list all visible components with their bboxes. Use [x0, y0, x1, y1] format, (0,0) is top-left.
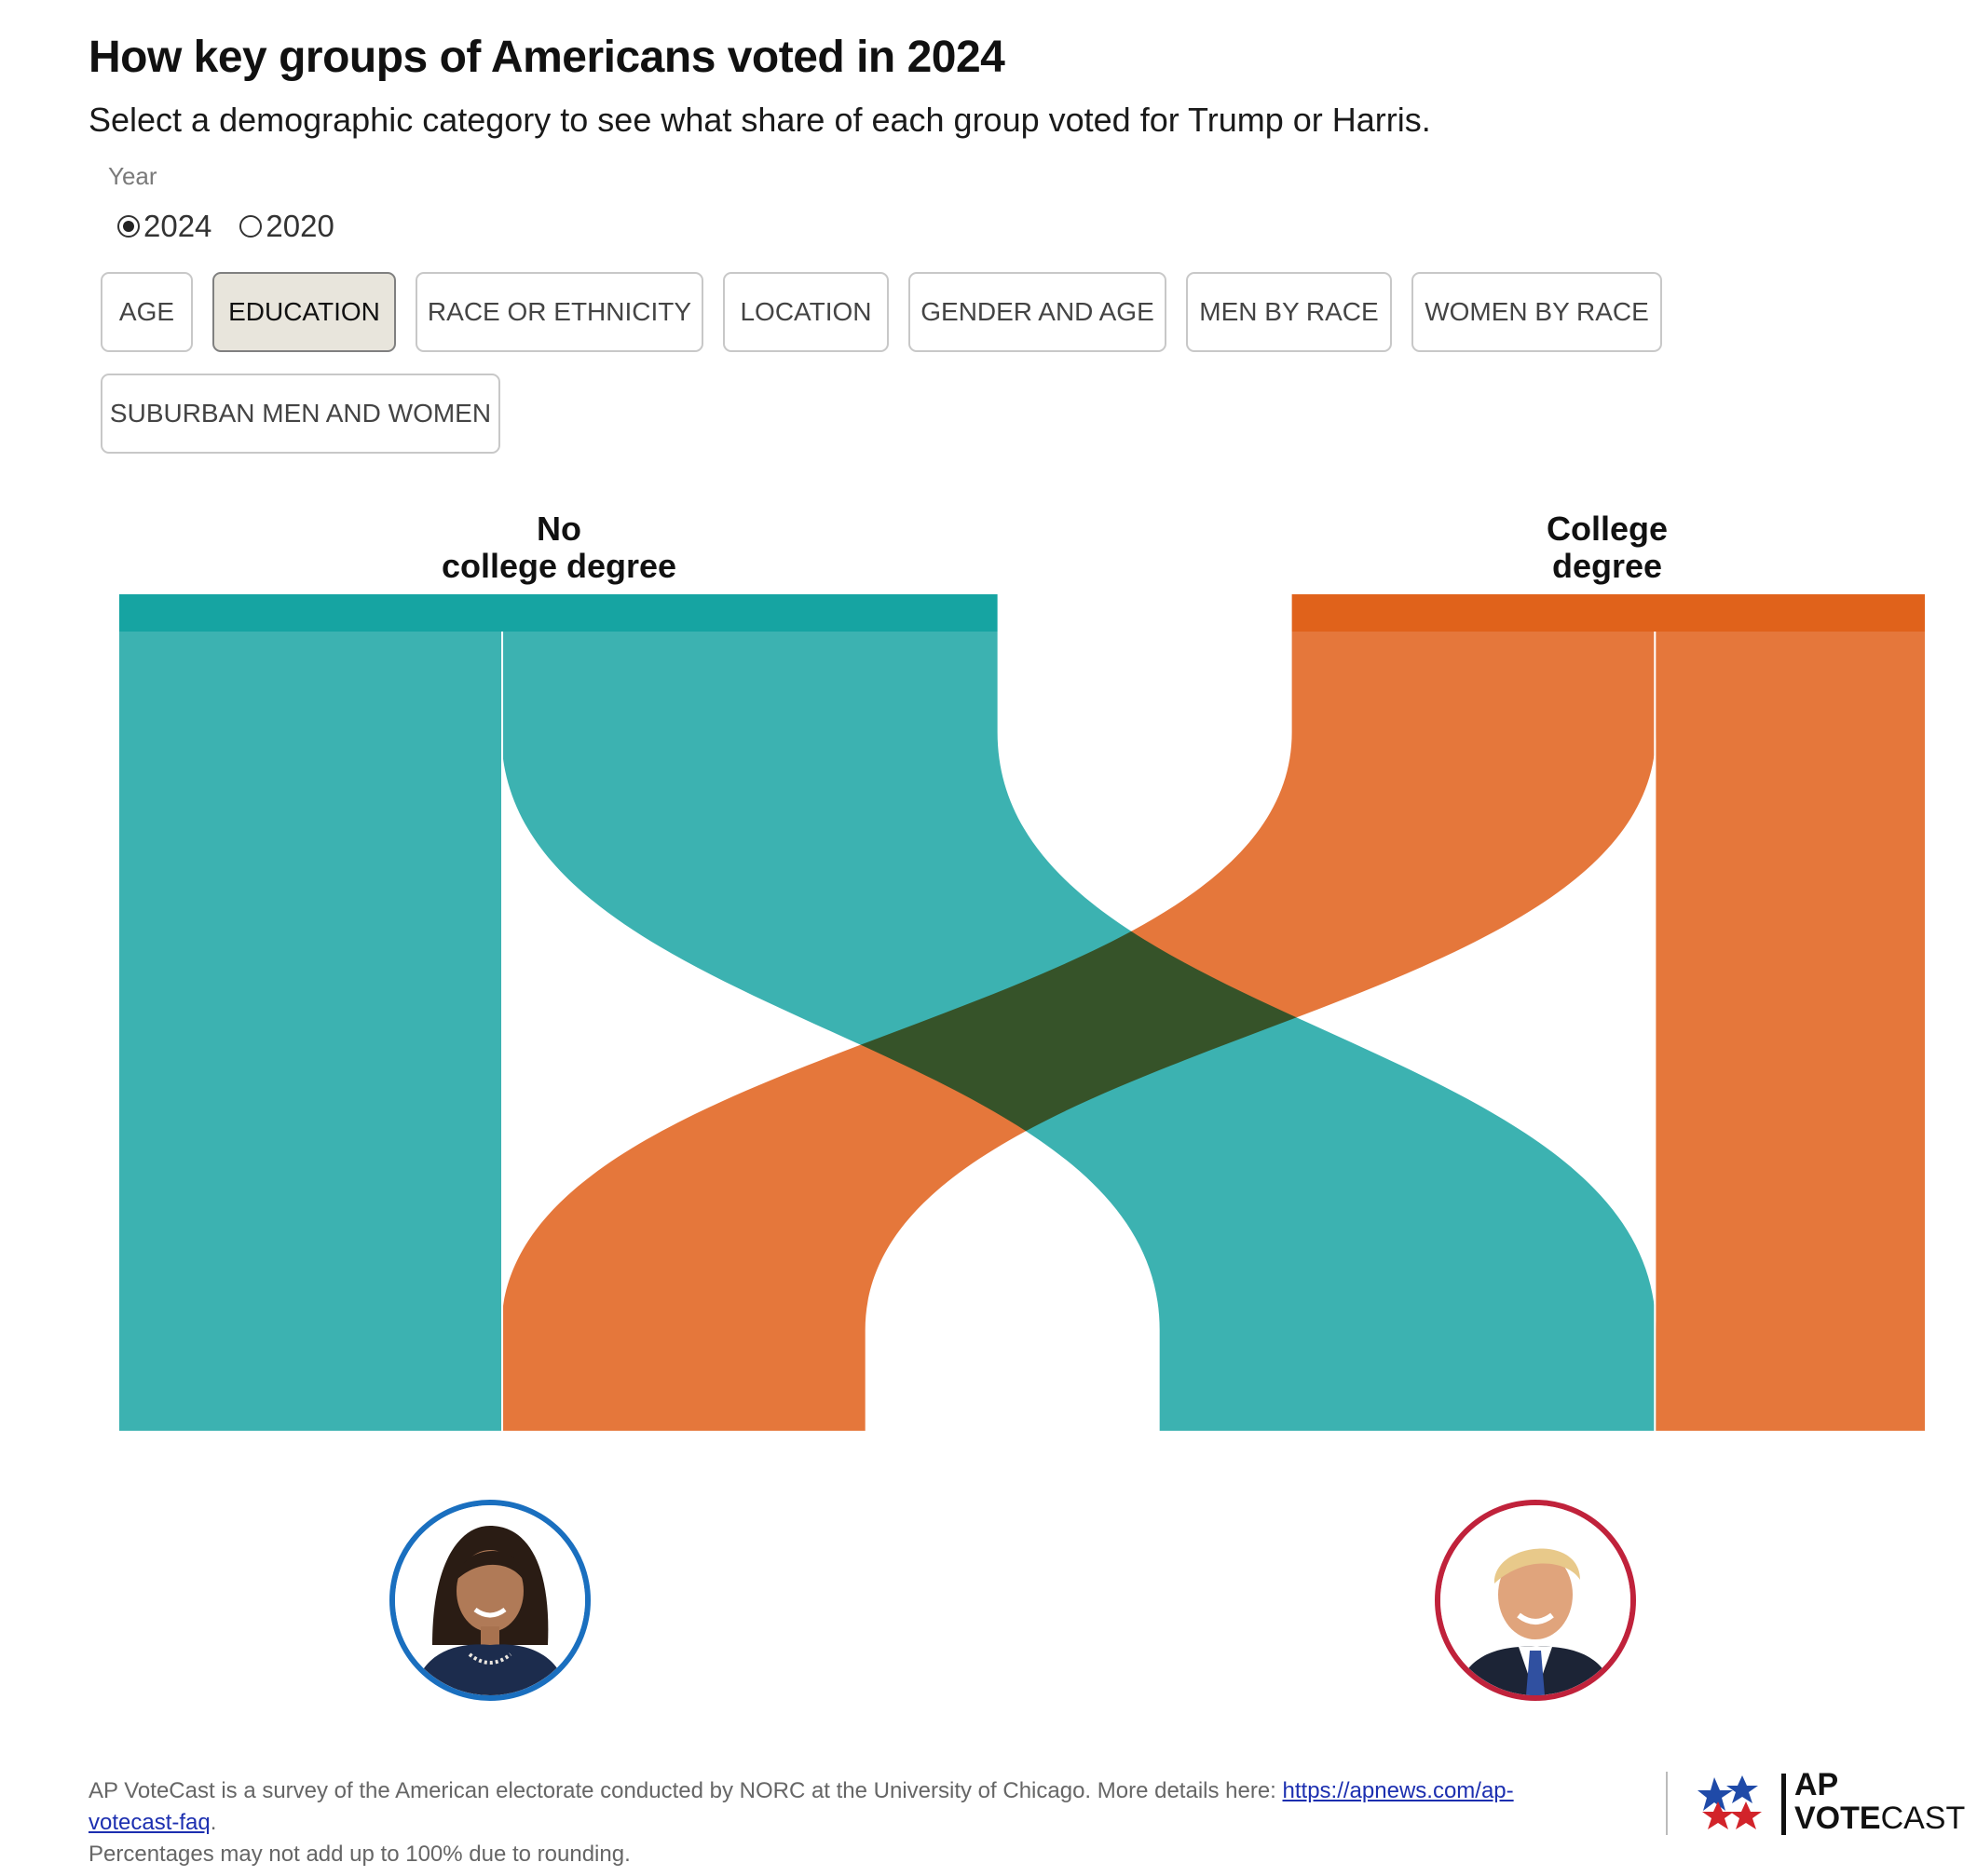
- sankey-chart: [119, 594, 1925, 1431]
- logo-cast-text: CAST: [1880, 1801, 1966, 1836]
- group-bar-college: [1291, 594, 1925, 632]
- logo-vote-text: VOTE: [1794, 1801, 1881, 1836]
- group-bar-no-college: [119, 594, 998, 632]
- ap-votecast-stars-icon: [1697, 1775, 1762, 1829]
- trump-avatar: [1435, 1500, 1636, 1701]
- flow-college-trump: [1656, 632, 1925, 1431]
- trump-portrait-icon: [1440, 1505, 1630, 1695]
- harris-avatar: [389, 1500, 591, 1701]
- logo-divider: [1666, 1772, 1668, 1835]
- footer-rounding-note: Percentages may not add up to 100% due t…: [89, 1842, 631, 1867]
- harris-portrait-icon: [395, 1505, 585, 1695]
- footer-note-period: .: [210, 1810, 217, 1835]
- footer-note-text: AP VoteCast is a survey of the American …: [89, 1778, 1283, 1803]
- footer-note: AP VoteCast is a survey of the American …: [89, 1775, 1579, 1870]
- logo-bar: [1781, 1774, 1786, 1835]
- flow-no-college-harris: [119, 632, 502, 1431]
- logo-ap-text: AP: [1794, 1767, 1839, 1802]
- ap-votecast-logo: AP VOTECAST: [1794, 1768, 1965, 1835]
